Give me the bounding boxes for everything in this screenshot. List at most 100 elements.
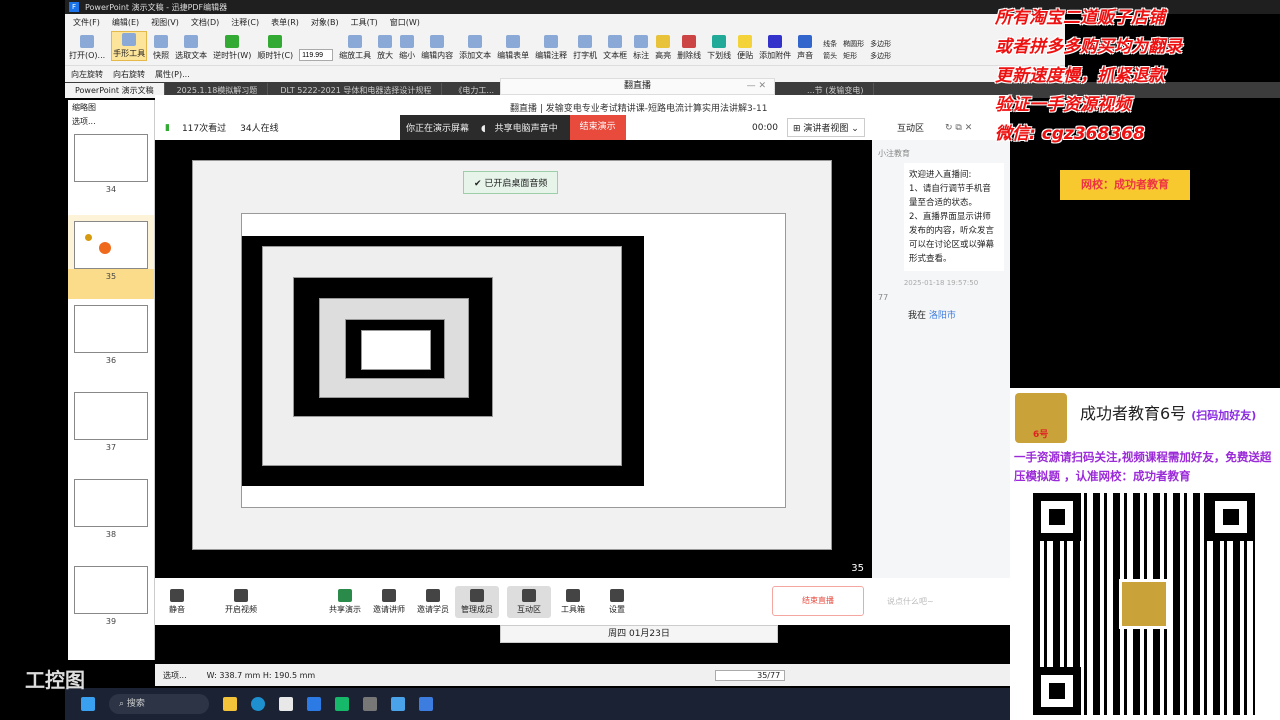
- menu-form[interactable]: 表单(R): [271, 17, 299, 28]
- close-icon[interactable]: — ✕: [747, 79, 766, 94]
- edge-icon[interactable]: [251, 697, 265, 711]
- rotate-left-button[interactable]: 向左旋转: [71, 69, 103, 80]
- ellipse-tool[interactable]: 椭圆形: [843, 39, 864, 49]
- stream-window-header: 翻直播 — ✕: [500, 78, 775, 95]
- message-line: 欢迎进入直播间:: [909, 170, 972, 180]
- polyline-tool[interactable]: 多边形: [870, 51, 891, 61]
- menu-object[interactable]: 对象(B): [311, 17, 339, 28]
- snapshot-button[interactable]: 快照: [153, 35, 169, 61]
- pdf-editor-icon[interactable]: [391, 697, 405, 711]
- app-title: PowerPoint 演示文稿 - 迅捷PDF编辑器: [85, 2, 228, 12]
- open-button[interactable]: 打开(O)...: [69, 35, 105, 61]
- attach-file-button[interactable]: 添加附件: [759, 35, 791, 61]
- rotate-right-button[interactable]: 向右旋转: [113, 69, 145, 80]
- callout-icon: [634, 35, 649, 48]
- thumbnail-page[interactable]: [74, 566, 148, 614]
- strikeout-button[interactable]: 删除线: [677, 35, 701, 61]
- menu-document[interactable]: 文档(D): [191, 17, 219, 28]
- typewriter-button[interactable]: 打字机: [573, 35, 597, 61]
- thumbnail-page[interactable]: [74, 134, 148, 182]
- end-live-button[interactable]: 结束直播: [772, 586, 864, 616]
- page-input[interactable]: 35/77: [715, 669, 786, 681]
- select-text-button[interactable]: 选取文本: [175, 35, 207, 61]
- taskbar: ⌕ 搜索: [65, 688, 1010, 720]
- card-subtitle: (扫码加好友): [1191, 409, 1257, 422]
- store-icon[interactable]: [279, 697, 293, 711]
- menu-view[interactable]: 视图(V): [151, 17, 179, 28]
- arrow-tool[interactable]: 箭头: [823, 51, 837, 61]
- refresh-icon[interactable]: ↻ ⧉ ✕: [945, 123, 972, 133]
- toolbox-button[interactable]: 工具箱: [551, 588, 595, 615]
- zoom-select[interactable]: [299, 49, 334, 61]
- text-icon: [468, 35, 483, 48]
- chat-input[interactable]: 说点什么吧~: [887, 596, 934, 607]
- paperclip-icon: [768, 35, 783, 48]
- windows-start-icon[interactable]: [81, 697, 95, 711]
- invite-lecturer-button[interactable]: 邀请讲师: [367, 588, 411, 615]
- zoom-tool-button[interactable]: 缩放工具: [339, 35, 371, 61]
- app-icon[interactable]: [335, 697, 349, 711]
- mute-button[interactable]: 静音: [155, 588, 199, 615]
- thumbnail-page[interactable]: [74, 221, 148, 269]
- hand-tool-button[interactable]: 手形工具: [111, 31, 148, 61]
- add-text-button[interactable]: 添加文本: [459, 35, 491, 61]
- underline-icon: [712, 35, 727, 48]
- sound-button[interactable]: 声音: [797, 35, 813, 61]
- invite-students-button[interactable]: 邀请学员: [411, 588, 455, 615]
- date-popup: 周四 01月23日: [500, 625, 778, 643]
- status-options[interactable]: 选项...: [163, 670, 187, 681]
- page-number: 36: [105, 356, 117, 365]
- thumbnail-page[interactable]: [74, 305, 148, 353]
- menu-comment[interactable]: 注释(C): [231, 17, 259, 28]
- file-explorer-icon[interactable]: [223, 697, 237, 711]
- menu-file[interactable]: 文件(F): [73, 17, 100, 28]
- polygon-tool[interactable]: 多边形: [870, 39, 891, 49]
- manage-members-button[interactable]: 管理成员: [455, 585, 499, 618]
- browser-icon[interactable]: [307, 697, 321, 711]
- settings-button[interactable]: 设置: [595, 588, 639, 615]
- zoom-out-button[interactable]: 缩小: [399, 35, 415, 61]
- edit-content-button[interactable]: 编辑内容: [421, 35, 453, 61]
- shared-screen-video: ✔ 已开启桌面音频 35: [155, 140, 872, 578]
- thumbnail-selected[interactable]: 35: [68, 215, 154, 299]
- zoom-in-button[interactable]: 放大: [377, 35, 393, 61]
- share-button[interactable]: 共享演示: [323, 588, 367, 615]
- live-app-icon[interactable]: [419, 697, 433, 711]
- rectangle-tool[interactable]: 矩形: [843, 51, 864, 61]
- view-count: 117次看过: [181, 124, 227, 134]
- edit-form-button[interactable]: 编辑表单: [497, 35, 529, 61]
- video-button[interactable]: 开启视频: [219, 588, 263, 615]
- app-icon[interactable]: [363, 697, 377, 711]
- app-logo-icon: F: [69, 2, 79, 12]
- interaction-button[interactable]: 互动区: [507, 585, 551, 618]
- card-title: 成功者教育6号: [1080, 404, 1187, 423]
- view-mode-select[interactable]: ⊞ 演讲者视图 ⌄: [787, 118, 865, 137]
- edit-annotation-button[interactable]: 编辑注释: [535, 35, 567, 61]
- thumbnail-page[interactable]: [74, 479, 148, 527]
- menu-tools[interactable]: 工具(T): [351, 17, 378, 28]
- interaction-title: 互动区: [897, 124, 925, 134]
- menu-window[interactable]: 窗口(W): [390, 17, 420, 28]
- sticky-note-button[interactable]: 便贴: [737, 35, 753, 61]
- tab-powerpoint[interactable]: PowerPoint 演示文稿: [65, 82, 165, 98]
- line-tool[interactable]: 线条: [823, 39, 837, 49]
- camera-off-icon: [234, 588, 248, 602]
- menu-edit[interactable]: 编辑(E): [112, 17, 139, 28]
- menu-bar: 文件(F) 编辑(E) 视图(V) 文档(D) 注释(C) 表单(R) 对象(B) 工具(T)…: [65, 14, 1065, 30]
- location-link[interactable]: 洛阳市: [929, 311, 956, 321]
- thumbnail-page[interactable]: [74, 392, 148, 440]
- properties-button[interactable]: 属性(P)...: [155, 69, 190, 80]
- taskbar-search[interactable]: ⌕ 搜索: [109, 694, 209, 714]
- underline-button[interactable]: 下划线: [707, 35, 731, 61]
- callout-button[interactable]: 标注: [633, 35, 649, 61]
- thumbnail-options[interactable]: 选项...: [68, 114, 154, 128]
- qr-card: 6号 成功者教育6号 (扫码加好友) 一手资源请扫码关注,视频课程需加好友，免费…: [1010, 388, 1280, 720]
- stop-presenting-button[interactable]: 结束演示: [569, 115, 626, 140]
- form-icon: [506, 35, 521, 48]
- rotate-ccw-button[interactable]: 逆时针(W): [213, 35, 251, 61]
- rotate-cw-button[interactable]: 顺时针(C): [257, 35, 293, 61]
- presenting-status: 你正在演示屏幕: [406, 124, 470, 134]
- user-name: 77: [878, 293, 889, 302]
- highlight-button[interactable]: 高亮: [655, 35, 671, 61]
- textbox-button[interactable]: 文本框: [603, 35, 627, 61]
